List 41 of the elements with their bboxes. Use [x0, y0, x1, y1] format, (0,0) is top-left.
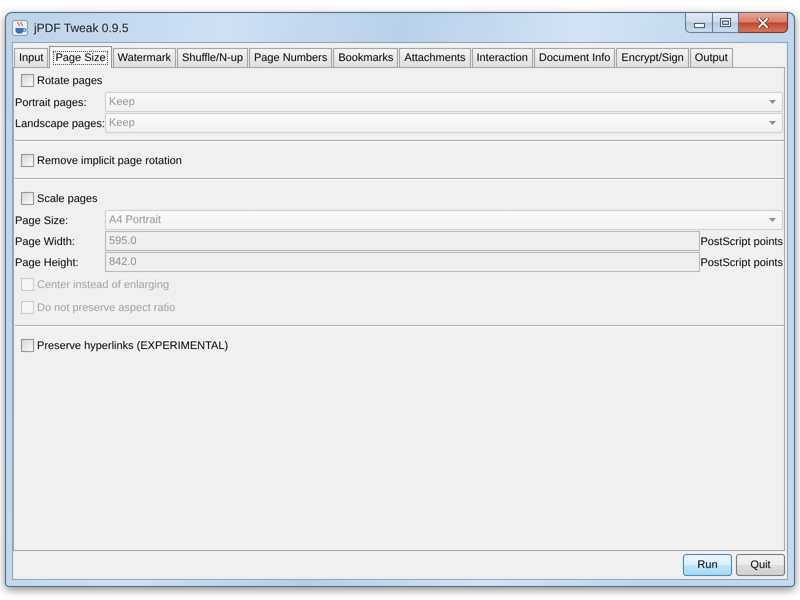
coffee-cup-icon	[12, 20, 28, 36]
tab[interactable]: Document Info	[534, 48, 616, 67]
unit-label: PostScript points	[700, 256, 784, 270]
checkbox-label: Center instead of enlarging	[37, 278, 170, 290]
tab[interactable]: Shuffle/N-up	[177, 48, 248, 67]
window-title: jPDF Tweak 0.9.5	[34, 20, 128, 34]
close-button[interactable]	[739, 13, 788, 33]
action-button[interactable]: Quit	[736, 554, 785, 576]
tab[interactable]: Output	[690, 48, 733, 67]
caret-icon	[769, 218, 776, 222]
tab[interactable]: Page Size	[49, 46, 112, 68]
checkbox-label: Preserve hyperlinks (EXPERIMENTAL)	[37, 340, 228, 352]
field-label: Page Size:	[15, 214, 70, 228]
field-label: Page Width:	[15, 234, 76, 250]
checkbox-label: Remove implicit page rotation	[37, 154, 182, 166]
caret-icon	[769, 121, 776, 125]
checkbox[interactable]	[21, 339, 34, 352]
minimize-icon	[694, 22, 704, 28]
action-button[interactable]: Run	[683, 554, 732, 576]
checkbox[interactable]	[21, 192, 34, 205]
tab[interactable]: Interaction	[472, 48, 533, 67]
checkbox-label: Scale pages	[37, 192, 98, 204]
maximize-button[interactable]	[712, 13, 739, 33]
checkbox-label: Rotate pages	[37, 74, 102, 86]
tab[interactable]: Watermark	[112, 48, 176, 67]
field-label: Page Height:	[15, 256, 80, 270]
minimize-button[interactable]	[685, 13, 712, 33]
unit-label: PostScript points	[700, 234, 784, 250]
checkbox[interactable]	[21, 74, 34, 87]
tab[interactable]: Attachments	[399, 48, 470, 67]
tab[interactable]: Page Numbers	[248, 48, 332, 67]
caret-icon	[769, 100, 776, 104]
checkbox[interactable]	[21, 154, 34, 167]
field-label: Landscape pages:	[15, 116, 105, 132]
field-label: Portrait pages:	[15, 96, 88, 110]
maximize-icon	[720, 18, 731, 27]
checkbox-label: Do not preserve aspect ratio	[37, 302, 176, 314]
tab[interactable]: Bookmarks	[333, 48, 398, 67]
close-icon	[757, 18, 769, 28]
tab[interactable]: Input	[14, 48, 48, 67]
tab[interactable]: Encrypt/Sign	[616, 48, 689, 67]
